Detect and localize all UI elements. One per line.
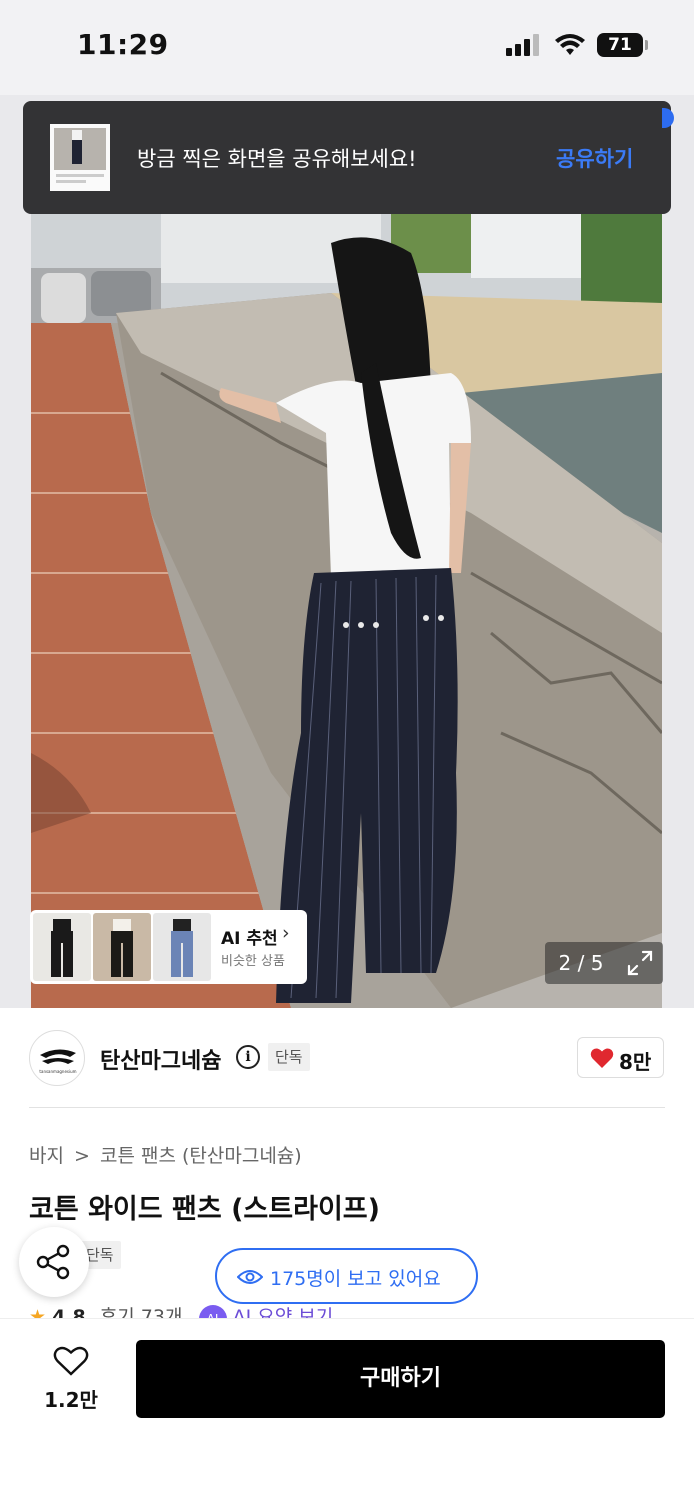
- breadcrumb-separator: >: [74, 1145, 90, 1167]
- buy-button[interactable]: 구매하기: [136, 1340, 665, 1418]
- expand-button[interactable]: [617, 942, 663, 984]
- expand-icon: [627, 950, 653, 976]
- exclusive-tag: 단독: [268, 1043, 310, 1071]
- eye-icon: [237, 1270, 263, 1284]
- brand-like-count: 8만: [619, 1050, 652, 1074]
- recommend-thumb-3[interactable]: [153, 913, 211, 981]
- cellular-signal-icon: [506, 34, 542, 56]
- breadcrumb-subcategory[interactable]: 코튼 팬츠 (탄산마그네슘): [100, 1145, 302, 1167]
- share-toast: 방금 찍은 화면을 공유해보세요! 공유하기: [23, 101, 671, 214]
- share-button[interactable]: [19, 1227, 89, 1297]
- status-bar: 11:29 71: [0, 0, 694, 95]
- chevron-right-icon: ›: [282, 922, 290, 944]
- heart-filled-icon: [590, 1048, 614, 1068]
- live-viewers-pill: 175명이 보고 있어요: [215, 1248, 478, 1304]
- product-gallery[interactable]: AI 추천 › 비슷한 상품 2 / 5: [0, 95, 694, 1008]
- brand-name[interactable]: 탄산마그네슘: [100, 1043, 221, 1075]
- gallery-page-counter: 2 / 5: [545, 942, 617, 984]
- screenshot-thumbnail[interactable]: [50, 124, 110, 191]
- product-title: 코튼 와이드 팬츠 (스트라이프): [29, 1194, 380, 1225]
- wishlist-count: 1.2만: [44, 1388, 98, 1412]
- ai-recommend-subtitle: 비슷한 상품: [221, 954, 285, 969]
- battery-icon: 71: [597, 33, 643, 57]
- breadcrumb: 바지 > 코튼 팬츠 (탄산마그네슘): [29, 1141, 306, 1168]
- info-icon[interactable]: i: [236, 1045, 260, 1069]
- breadcrumb-category[interactable]: 바지: [29, 1145, 64, 1167]
- heart-outline-icon[interactable]: [53, 1345, 89, 1377]
- toast-share-button[interactable]: 공유하기: [556, 143, 633, 173]
- toast-message: 방금 찍은 화면을 공유해보세요!: [137, 147, 417, 171]
- clock: 11:29: [77, 28, 169, 61]
- recommend-thumb-1[interactable]: [33, 913, 91, 981]
- ai-recommend-title: AI 추천: [221, 929, 278, 949]
- brand-like-button[interactable]: 8만: [577, 1037, 664, 1078]
- brand-logo-text: tansanmagnesium: [39, 1069, 76, 1074]
- divider: [29, 1107, 665, 1108]
- share-icon: [36, 1244, 70, 1280]
- brand-logo[interactable]: tansanmagnesium: [29, 1030, 85, 1086]
- ai-recommend-card[interactable]: AI 추천 › 비슷한 상품: [30, 910, 307, 984]
- wifi-icon: [555, 34, 585, 55]
- product-photo[interactable]: [31, 213, 662, 1008]
- recommend-thumb-2[interactable]: [93, 913, 151, 981]
- battery-tip: [645, 40, 648, 50]
- live-viewers-text: 175명이 보고 있어요: [270, 1268, 441, 1290]
